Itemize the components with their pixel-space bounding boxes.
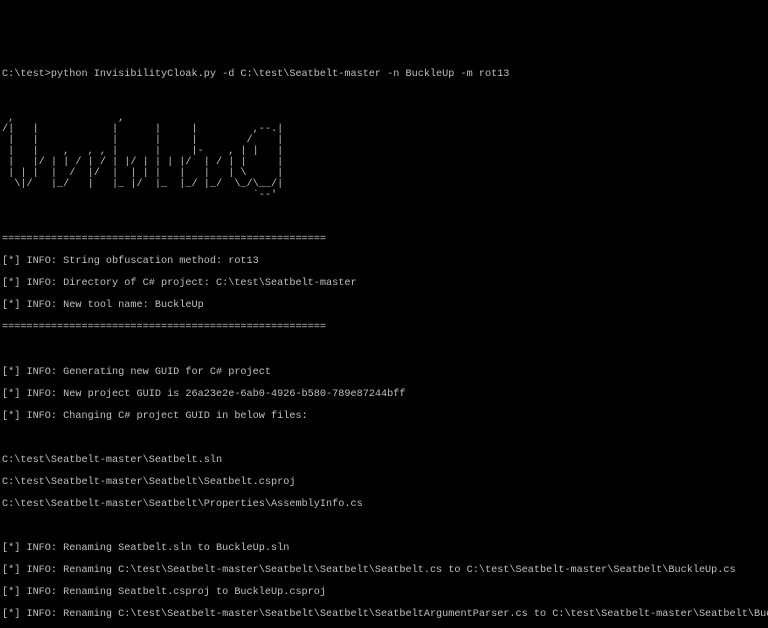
ascii-line: `--': [2, 190, 766, 201]
path-sln: C:\test\Seatbelt-master\Seatbelt.sln: [2, 455, 766, 466]
blank: [2, 212, 766, 223]
ascii-line: \|/ |_/ | |_ |/ |_ |_/ |_/ \_/\__/|: [2, 179, 766, 190]
separator: ========================================…: [2, 322, 766, 333]
ascii-line: | |/ | | / | / | |/ | | | |/ | / | | |: [2, 157, 766, 168]
info-directory: [*] INFO: Directory of C# project: C:\te…: [2, 278, 766, 289]
terminal-output[interactable]: C:\test>python InvisibilityCloak.py -d C…: [0, 55, 768, 628]
rename-line: [*] INFO: Renaming Seatbelt.sln to Buckl…: [2, 543, 766, 554]
path-csproj: C:\test\Seatbelt-master\Seatbelt\Seatbel…: [2, 477, 766, 488]
info-guid-val: [*] INFO: New project GUID is 26a23e2e-6…: [2, 389, 766, 400]
blank: [2, 433, 766, 444]
info-toolname: [*] INFO: New tool name: BuckleUp: [2, 300, 766, 311]
rename-line: [*] INFO: Renaming Seatbelt.csproj to Bu…: [2, 587, 766, 598]
blank: [2, 91, 766, 102]
info-guid-files: [*] INFO: Changing C# project GUID in be…: [2, 411, 766, 422]
separator: ========================================…: [2, 234, 766, 245]
ascii-line: | | , , , | | |- , | | |: [2, 146, 766, 157]
rename-line: [*] INFO: Renaming C:\test\Seatbelt-mast…: [2, 609, 766, 620]
info-guid-gen: [*] INFO: Generating new GUID for C# pro…: [2, 367, 766, 378]
rename-line: [*] INFO: Renaming C:\test\Seatbelt-mast…: [2, 565, 766, 576]
ascii-line: | | | | / |/ | | | | | | | \ |: [2, 168, 766, 179]
path-assemblyinfo: C:\test\Seatbelt-master\Seatbelt\Propert…: [2, 499, 766, 510]
blank: [2, 521, 766, 532]
ascii-line: | | | | | / |: [2, 135, 766, 146]
info-obf-method: [*] INFO: String obfuscation method: rot…: [2, 256, 766, 267]
ascii-line: /| | | | | ,--.|: [2, 124, 766, 135]
blank: [2, 344, 766, 355]
command-line: C:\test>python InvisibilityCloak.py -d C…: [2, 69, 766, 80]
ascii-line: , ,: [2, 113, 766, 124]
ascii-art-logo: , , /| | | | | ,--.| | | | | | / | | | ,…: [2, 113, 766, 201]
